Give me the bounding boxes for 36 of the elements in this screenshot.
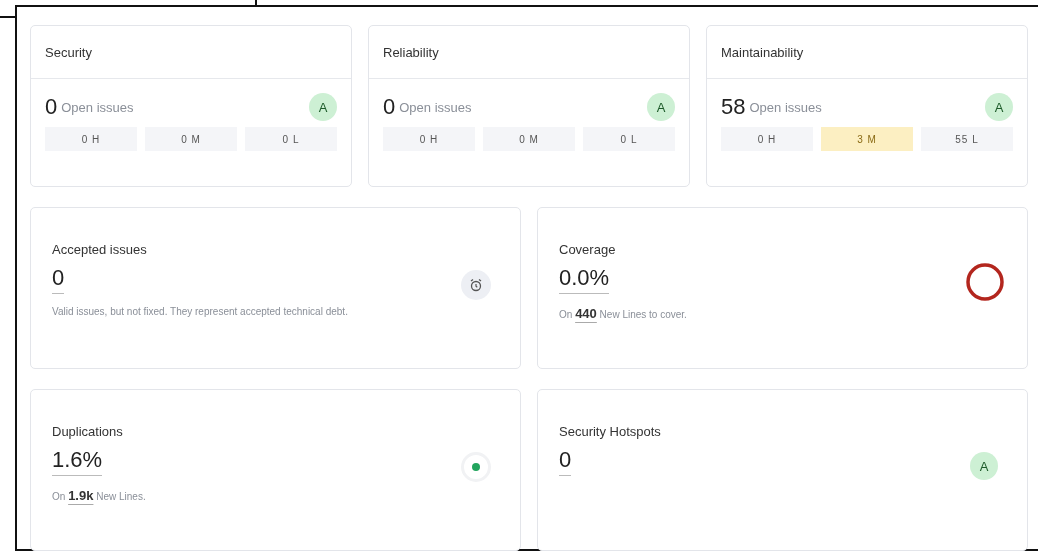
issue-label: Open issues — [399, 99, 473, 115]
severity-pill[interactable]: 0 M — [145, 127, 237, 151]
metric-value[interactable]: 1.6% — [52, 447, 103, 476]
card-title: Reliability — [383, 44, 439, 60]
card-title: Accepted issues — [52, 242, 147, 257]
issue-count[interactable]: 58 — [721, 94, 746, 120]
severity-pill[interactable]: 3 M — [821, 127, 913, 151]
card-title: Security Hotspots — [559, 424, 661, 439]
grade-badge: A — [970, 452, 998, 480]
card-title: Maintainability — [721, 44, 804, 60]
coverage-ring-icon — [965, 262, 1005, 302]
metric-note: Valid issues, but not fixed. They represent accepted technical debt. — [52, 306, 348, 317]
card-title: Coverage — [559, 242, 616, 257]
card-title: Security — [45, 44, 92, 60]
card-title: Duplications — [52, 424, 123, 439]
metric-value[interactable]: 0.0% — [559, 265, 610, 294]
grade-badge: A — [647, 93, 675, 121]
severity-pill[interactable]: 0 M — [483, 127, 575, 151]
alarm-clock-icon — [461, 270, 491, 300]
severity-pill[interactable]: 0 L — [583, 127, 675, 151]
issue-count[interactable]: 0 — [383, 94, 396, 120]
metric-note: On 440 New Lines to cover. — [559, 306, 687, 321]
metric-value[interactable]: 0 — [559, 447, 572, 476]
severity-pill[interactable]: 0 H — [383, 127, 475, 151]
issue-label: Open issues — [61, 99, 135, 115]
duplication-dot-icon — [461, 452, 491, 482]
metric-value[interactable]: 0 — [52, 265, 65, 294]
severity-pill[interactable]: 0 H — [45, 127, 137, 151]
severity-pill[interactable]: 55 L — [921, 127, 1013, 151]
grade-badge: A — [309, 93, 337, 121]
issue-count[interactable]: 0 — [45, 94, 58, 120]
grade-badge: A — [985, 93, 1013, 121]
metric-note: On 1.9k New Lines. — [52, 488, 146, 503]
severity-pill[interactable]: 0 L — [245, 127, 337, 151]
issue-label: Open issues — [749, 99, 823, 115]
severity-pill[interactable]: 0 H — [721, 127, 813, 151]
